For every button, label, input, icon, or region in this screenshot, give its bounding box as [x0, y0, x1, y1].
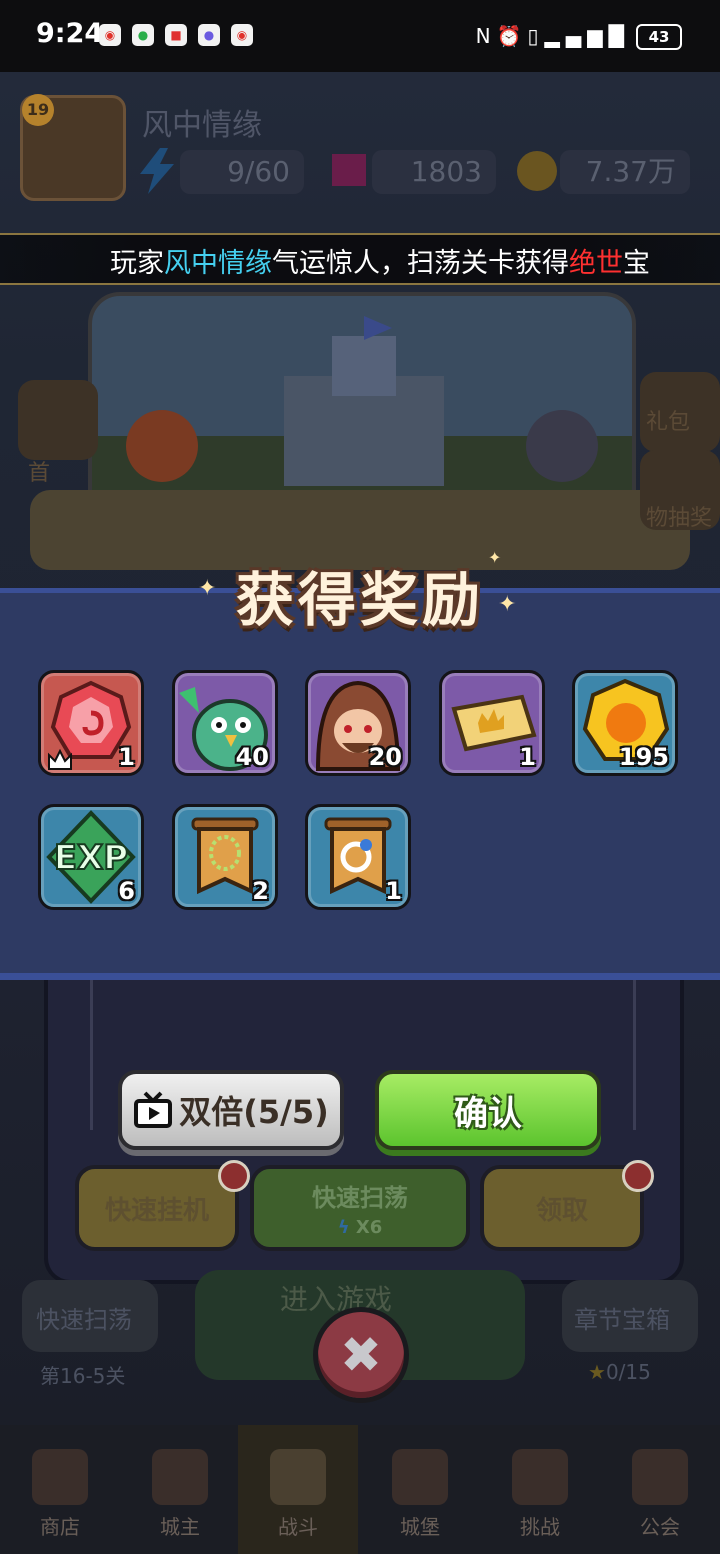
reward-count: 40 — [235, 743, 269, 771]
vibrate-icon: ▯ — [527, 24, 545, 48]
reward-count: 195 — [618, 743, 669, 771]
nav-guild-label: 公会 — [640, 1515, 680, 1539]
sparkle-icon: ✦ — [488, 548, 502, 567]
castle-icon — [392, 1449, 448, 1505]
sparkle-icon: ✦ — [198, 576, 217, 601]
nav-lord-label: 城主 — [160, 1515, 200, 1539]
star-icon: ★ — [588, 1360, 606, 1384]
gem-icon — [332, 154, 366, 186]
reward-slot[interactable]: 1 — [439, 670, 545, 776]
lord-icon — [152, 1449, 208, 1505]
swords-icon — [270, 1449, 326, 1505]
reward-panel — [0, 588, 720, 980]
nav-challenge[interactable]: 挑战 — [480, 1425, 600, 1554]
reward-slot[interactable]: 20 — [305, 670, 411, 776]
notification-dot — [218, 1160, 250, 1192]
chest-progress: 0/15 — [605, 1360, 651, 1384]
draw-label: 物抽奖 — [646, 506, 713, 531]
weibo-icon: ◉ — [99, 24, 121, 46]
coin-icon — [517, 151, 557, 191]
close-icon: ✖ — [340, 1326, 382, 1384]
reward-count: 20 — [368, 743, 402, 771]
ticker-middle: 气运惊人，扫荡关卡获得 — [272, 248, 569, 279]
quick-sweep-label: 快速扫荡 — [312, 1184, 408, 1212]
shop-icon — [32, 1449, 88, 1505]
close-button[interactable]: ✖ — [313, 1307, 409, 1403]
tv-icon — [134, 1091, 173, 1128]
quick-idle-button[interactable]: 快速挂机 — [75, 1165, 239, 1251]
wechat-icon: ● — [132, 24, 154, 46]
crown-icon — [48, 749, 72, 770]
reward-title: 获得奖励 — [235, 566, 484, 634]
reward-count: 2 — [252, 877, 269, 905]
nfc-icon: N — [475, 24, 497, 48]
nav-challenge-label: 挑战 — [520, 1515, 560, 1539]
signal-icon: ▂▄▆█ — [544, 24, 630, 48]
reward-slot[interactable]: EXP 6 — [38, 804, 144, 910]
challenge-icon — [512, 1449, 568, 1505]
nav-shop[interactable]: 商店 — [0, 1425, 120, 1554]
confirm-label: 确认 — [454, 1093, 522, 1134]
nav-lord[interactable]: 城主 — [120, 1425, 240, 1554]
quick-idle-label: 快速挂机 — [104, 1195, 209, 1226]
ticker-player-name: 风中情缘 — [164, 248, 272, 279]
announcement-ticker: 玩家风中情缘气运惊人，扫荡关卡获得绝世宝 — [0, 233, 720, 285]
nav-castle[interactable]: 城堡 — [360, 1425, 480, 1554]
system-icons: N⏰▯▂▄▆█ — [476, 24, 630, 48]
nav-battle-label: 战斗 — [278, 1515, 318, 1539]
player-name: 风中情缘 — [142, 108, 262, 143]
alarm-icon: ⏰ — [496, 24, 528, 48]
reward-slot[interactable]: 2 — [172, 804, 278, 910]
reward-count: 6 — [118, 877, 135, 905]
nav-battle[interactable]: 战斗 — [238, 1425, 358, 1554]
first-charge-label: 首 — [28, 461, 51, 486]
sweep-cost: X6 — [355, 1217, 383, 1238]
sparkle-icon: ✦ — [498, 592, 517, 617]
status-time: 9:24 — [36, 18, 104, 49]
battery-indicator: 43 — [636, 24, 682, 50]
reward-slot[interactable]: 1 — [38, 670, 144, 776]
reward-count: 1 — [118, 743, 135, 771]
double-reward-label: 双倍(5/5) — [179, 1093, 329, 1131]
level-badge: 19 — [22, 94, 54, 126]
nav-shop-label: 商店 — [40, 1515, 80, 1539]
reward-slot[interactable]: 40 — [172, 670, 278, 776]
confirm-button[interactable]: 确认 — [375, 1070, 601, 1150]
double-reward-button[interactable]: 双倍(5/5) — [118, 1070, 344, 1150]
chapter-chest-label: 章节宝箱 — [574, 1306, 670, 1334]
first-charge-button[interactable] — [18, 380, 98, 460]
nav-castle-label: 城堡 — [400, 1515, 440, 1539]
news-icon: ■ — [165, 24, 187, 46]
stamina-counter: 9/60 — [180, 150, 304, 194]
lightning-icon: ϟ — [337, 1217, 350, 1238]
reward-slot[interactable]: 1 — [305, 804, 411, 910]
ticker-suffix: 宝 — [623, 248, 650, 279]
gift-pack-label: 礼包 — [646, 410, 691, 435]
coin-counter: 7.37万 — [560, 150, 690, 194]
gem-counter: 1803 — [372, 150, 496, 194]
svg-text:EXP: EXP — [54, 838, 128, 878]
claim-label: 领取 — [535, 1195, 588, 1226]
ticker-rare: 绝世 — [569, 248, 623, 279]
nav-guild[interactable]: 公会 — [600, 1425, 720, 1554]
app-icon: ● — [198, 24, 220, 46]
weibo-icon: ◉ — [231, 24, 253, 46]
quick-sweep-button[interactable]: 快速扫荡 ϟ X6 — [250, 1165, 470, 1251]
guild-icon — [632, 1449, 688, 1505]
reward-slot[interactable]: 195 — [572, 670, 678, 776]
ticker-prefix: 玩家 — [110, 248, 164, 279]
stage-label: 第16-5关 — [40, 1364, 126, 1388]
reward-count: 1 — [519, 743, 536, 771]
notification-dot — [622, 1160, 654, 1192]
reward-count: 1 — [385, 877, 402, 905]
lightning-icon — [140, 148, 174, 194]
quick-sweep-bg-label: 快速扫荡 — [36, 1306, 132, 1334]
claim-button[interactable]: 领取 — [480, 1165, 644, 1251]
